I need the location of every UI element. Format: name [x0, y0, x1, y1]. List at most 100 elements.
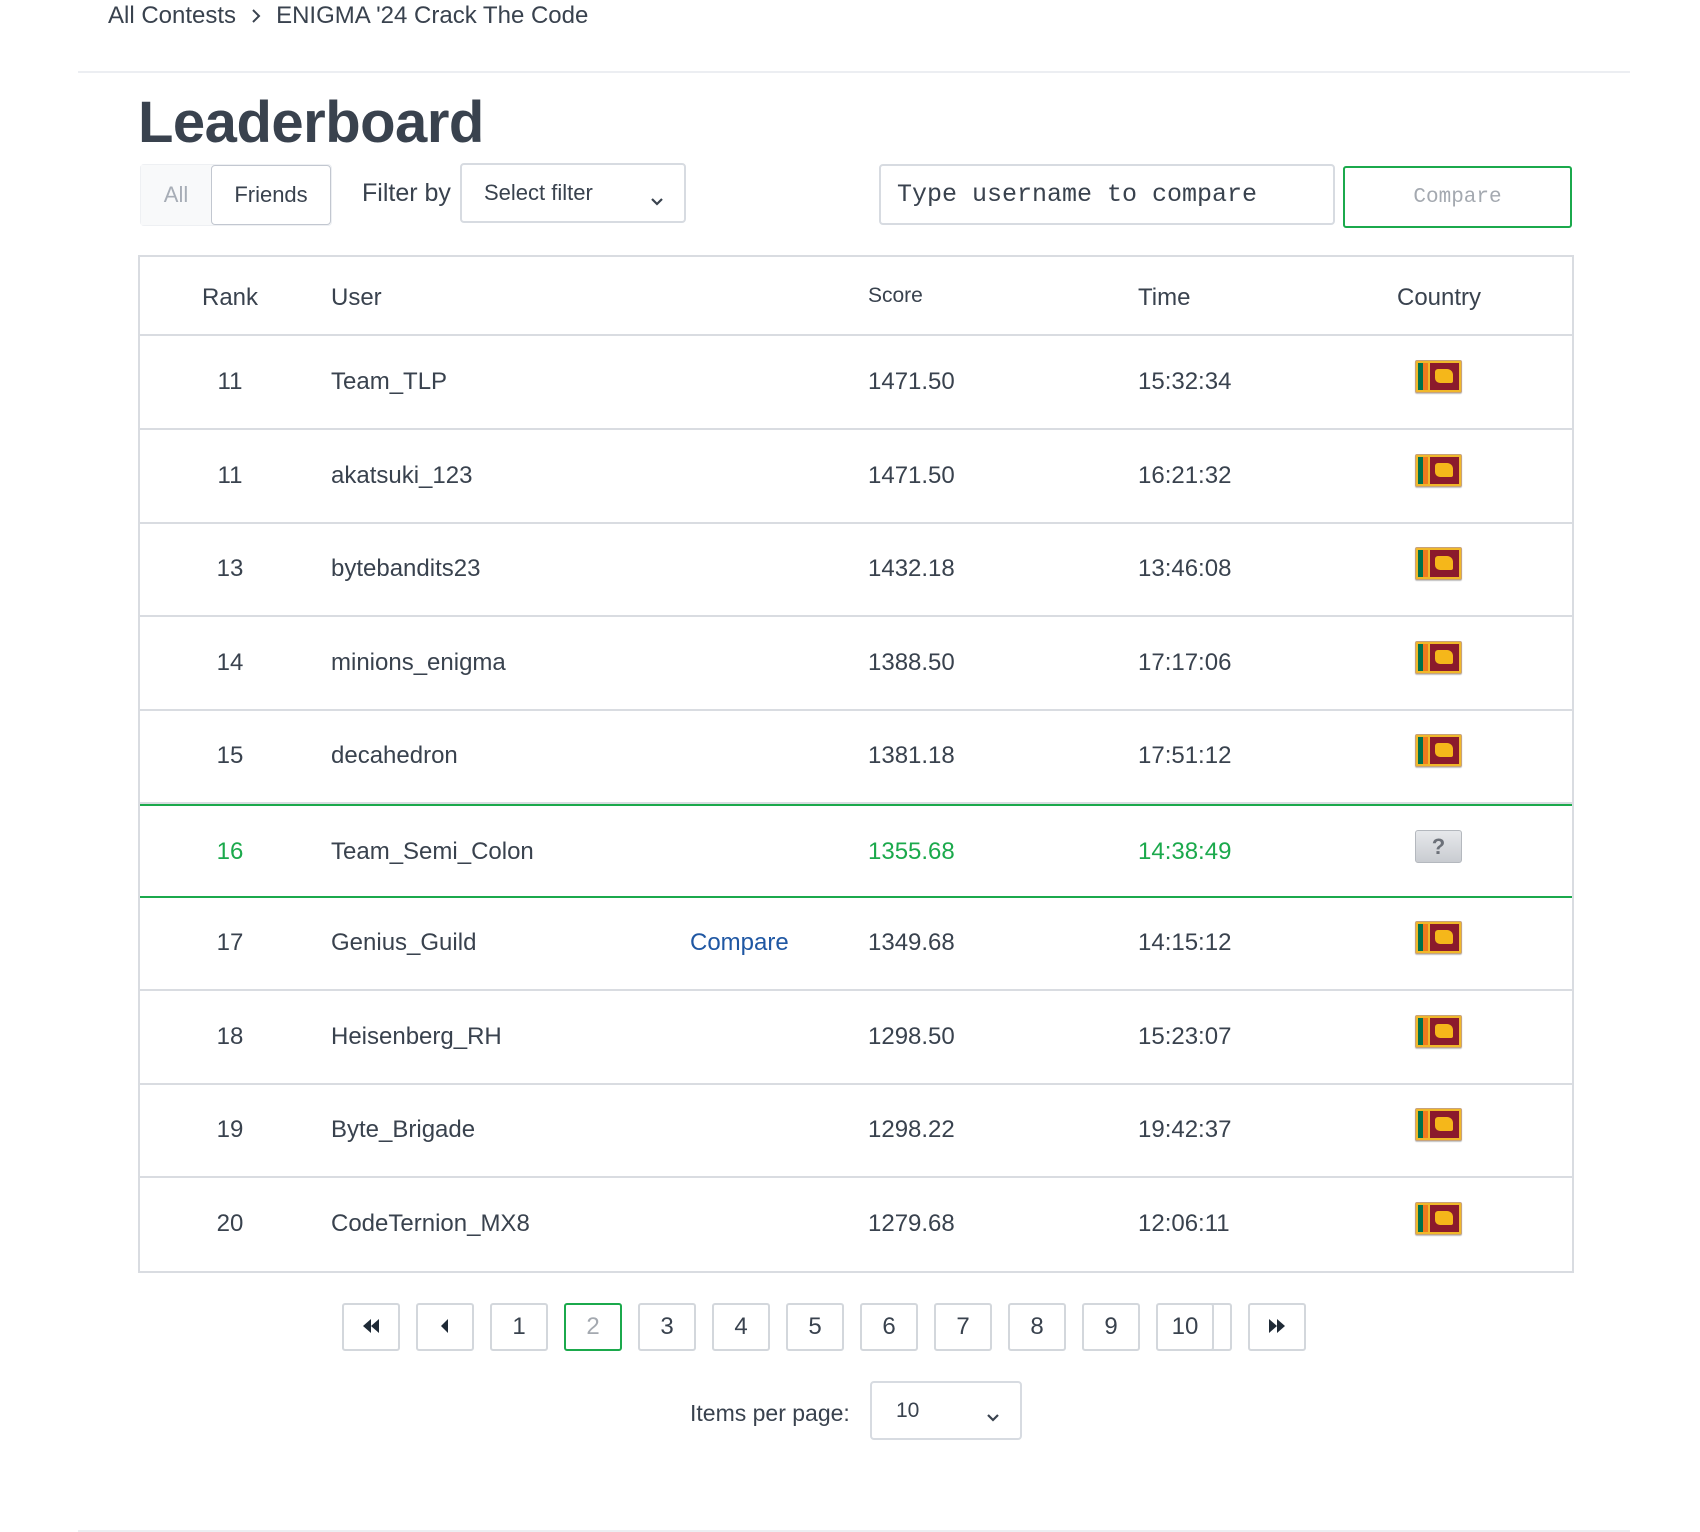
chevron-right-icon: [250, 8, 262, 24]
score-cell: 1355.68: [868, 838, 955, 865]
header-time: Time: [1138, 284, 1191, 311]
user-cell[interactable]: Byte_Brigade: [331, 1116, 475, 1144]
toggle-all-button[interactable]: All: [141, 165, 211, 225]
time-cell: 19:42:37: [1138, 1116, 1232, 1143]
items-per-page-label: Items per page:: [690, 1400, 850, 1426]
user-cell[interactable]: decahedron: [331, 742, 458, 770]
rank-cell: 17: [216, 929, 244, 956]
page-2-button[interactable]: 2: [564, 1303, 622, 1351]
table-row: 14 minions_enigma 1388.50 17:17:06: [140, 617, 1572, 711]
score-cell: 1298.22: [868, 1116, 955, 1143]
breadcrumb-contest[interactable]: ENIGMA '24 Crack The Code: [276, 2, 588, 30]
compare-username-input[interactable]: [879, 164, 1335, 225]
score-cell: 1298.50: [868, 1023, 955, 1050]
page-8-button[interactable]: 8: [1008, 1303, 1066, 1351]
page-6-button[interactable]: 6: [860, 1303, 918, 1351]
table-row: 17 Genius_Guild Compare 1349.68 14:15:12: [140, 897, 1572, 991]
page-10-button[interactable]: 10: [1156, 1303, 1214, 1351]
items-per-page-value: 10: [896, 1398, 920, 1422]
rank-cell: 18: [216, 1023, 244, 1050]
rank-cell: 15: [216, 742, 244, 769]
table-row-current-user: 16 Team_Semi_Colon 1355.68 14:38:49?: [140, 804, 1572, 898]
filter-select[interactable]: Select filter: [460, 163, 686, 223]
table-row: 15 decahedron 1381.18 17:51:12: [140, 710, 1572, 804]
sri-lanka-flag-icon: [1415, 1015, 1462, 1048]
sri-lanka-flag-icon: [1415, 360, 1462, 393]
chevron-down-icon: [986, 1405, 1000, 1429]
score-cell: 1388.50: [868, 649, 955, 676]
page-9-button[interactable]: 9: [1082, 1303, 1140, 1351]
table-row: 11 Team_TLP 1471.50 15:32:34: [140, 336, 1572, 430]
user-cell[interactable]: Team_Semi_Colon: [331, 838, 534, 866]
user-cell[interactable]: Genius_Guild: [331, 929, 476, 957]
page-7-button[interactable]: 7: [934, 1303, 992, 1351]
page-4-button[interactable]: 4: [712, 1303, 770, 1351]
unknown-flag-icon: ?: [1415, 830, 1462, 863]
table-row: 11 akatsuki_123 1471.50 16:21:32: [140, 430, 1572, 524]
first-page-button[interactable]: [342, 1303, 400, 1351]
time-cell: 14:38:49: [1138, 838, 1232, 865]
filter-select-value: Select filter: [484, 180, 593, 205]
double-chevron-left-icon: [361, 1313, 381, 1341]
double-chevron-right-icon: [1267, 1313, 1287, 1341]
breadcrumb-all-contests[interactable]: All Contests: [108, 2, 236, 30]
sri-lanka-flag-icon: [1415, 547, 1462, 580]
sri-lanka-flag-icon: [1415, 1108, 1462, 1141]
table-row: 18 Heisenberg_RH 1298.50 15:23:07: [140, 991, 1572, 1085]
user-cell[interactable]: Team_TLP: [331, 368, 447, 396]
sri-lanka-flag-icon: [1415, 921, 1462, 954]
filter-label: Filter by: [362, 179, 451, 207]
user-cell[interactable]: minions_enigma: [331, 649, 506, 677]
page-5-button[interactable]: 5: [786, 1303, 844, 1351]
table-row: 13 bytebandits23 1432.18 13:46:08: [140, 523, 1572, 617]
table-header: Rank User Score Time Country: [140, 257, 1572, 336]
time-cell: 17:51:12: [1138, 742, 1232, 769]
header-rank: Rank: [201, 284, 259, 311]
rank-cell: 11: [217, 462, 243, 489]
last-page-button[interactable]: [1248, 1303, 1306, 1351]
row-compare-link[interactable]: Compare: [690, 929, 789, 957]
caret-left-icon: [439, 1313, 451, 1341]
user-cell[interactable]: akatsuki_123: [331, 462, 472, 490]
user-cell[interactable]: Heisenberg_RH: [331, 1023, 502, 1051]
header-score: Score: [868, 284, 923, 307]
user-cell[interactable]: bytebandits23: [331, 555, 480, 583]
time-cell: 14:15:12: [1138, 929, 1232, 956]
score-cell: 1432.18: [868, 555, 955, 582]
score-cell: 1471.50: [868, 462, 955, 489]
items-per-page-select[interactable]: 10: [870, 1381, 1022, 1440]
score-cell: 1381.18: [868, 742, 955, 769]
leaderboard-table: Rank User Score Time Country 11 Team_TLP 1…: [138, 255, 1574, 1273]
score-cell: 1349.68: [868, 929, 955, 956]
time-cell: 15:32:34: [1138, 368, 1232, 395]
table-row: 19 Byte_Brigade 1298.22 19:42:37: [140, 1084, 1572, 1178]
page-title: Leaderboard: [138, 90, 484, 155]
header-user: User: [331, 284, 382, 311]
score-cell: 1471.50: [868, 368, 955, 395]
rank-cell: 14: [216, 649, 244, 676]
rank-cell: 16: [216, 838, 244, 865]
time-cell: 16:21:32: [1138, 462, 1232, 489]
divider: [78, 71, 1630, 73]
time-cell: 17:17:06: [1138, 649, 1232, 676]
score-cell: 1279.68: [868, 1210, 955, 1237]
time-cell: 12:06:11: [1138, 1210, 1230, 1237]
toggle-friends-button[interactable]: Friends: [211, 165, 331, 225]
page-1-button[interactable]: 1: [490, 1303, 548, 1351]
breadcrumb: All Contests ENIGMA '24 Crack The Code: [108, 0, 588, 32]
compare-button[interactable]: Compare: [1343, 166, 1572, 228]
rank-cell: 20: [216, 1210, 244, 1237]
time-cell: 13:46:08: [1138, 555, 1232, 582]
time-cell: 15:23:07: [1138, 1023, 1232, 1050]
prev-page-button[interactable]: [416, 1303, 474, 1351]
user-cell[interactable]: CodeTernion_MX8: [331, 1210, 530, 1238]
header-country: Country: [1397, 284, 1482, 311]
page-3-button[interactable]: 3: [638, 1303, 696, 1351]
rank-cell: 11: [217, 368, 243, 395]
sri-lanka-flag-icon: [1415, 641, 1462, 674]
rank-cell: 19: [216, 1116, 244, 1143]
scope-toggle: All Friends: [140, 164, 332, 226]
chevron-down-icon: [650, 187, 664, 213]
sri-lanka-flag-icon: [1415, 734, 1462, 767]
sri-lanka-flag-icon: [1415, 454, 1462, 487]
